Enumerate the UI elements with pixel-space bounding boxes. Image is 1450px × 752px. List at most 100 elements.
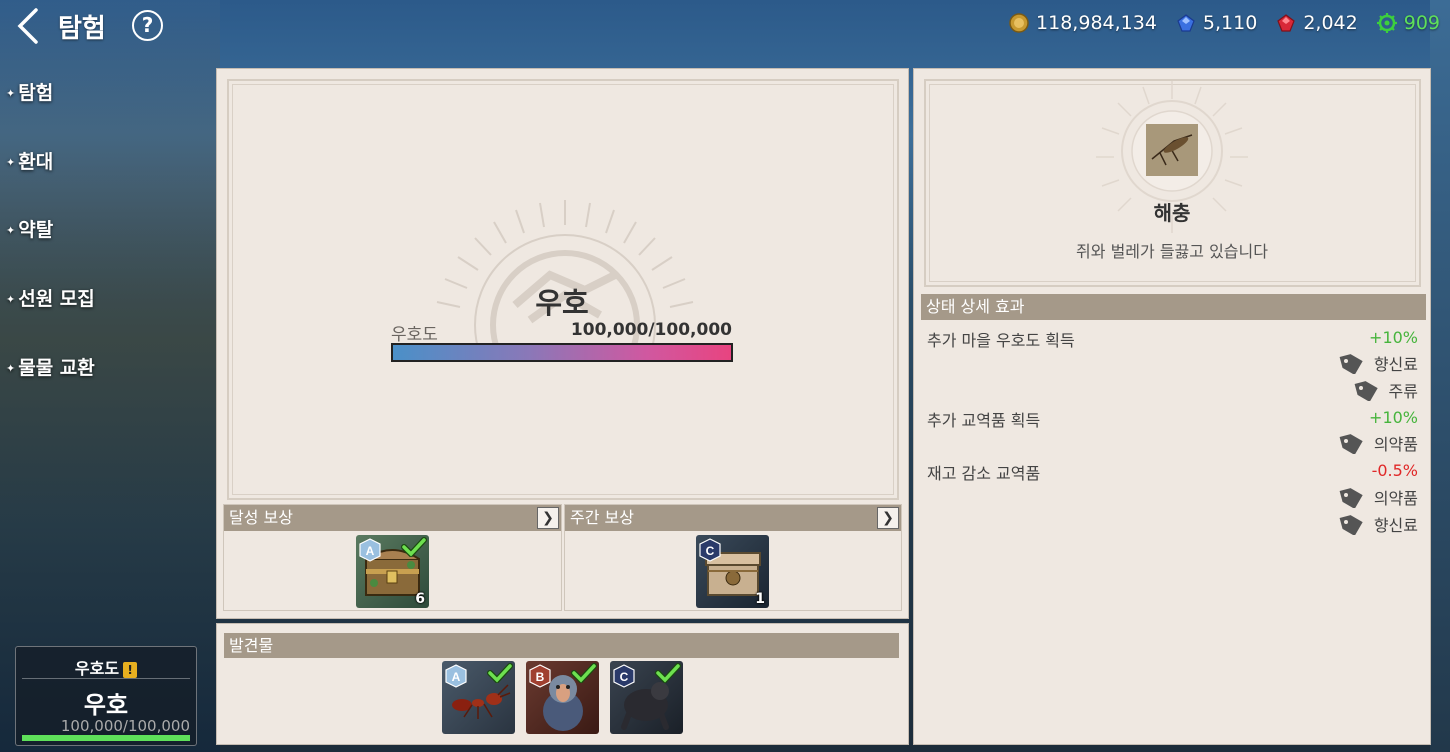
weekly-reward-header: 주간 보상 ❯ <box>565 505 901 531</box>
gold-value: 118,984,134 <box>1036 12 1157 34</box>
background-edge <box>1430 0 1450 752</box>
nav-item-plunder[interactable]: ✦ 약탈 <box>6 215 53 242</box>
tag-icon <box>1354 381 1378 401</box>
star-bullet-icon: ✦ <box>6 224 16 237</box>
check-icon <box>401 537 427 557</box>
effect-tag: 향신료 <box>1336 351 1418 375</box>
state-description: 쥐와 벌레가 들끓고 있습니다 <box>1076 242 1268 261</box>
page-title: 탐험 <box>58 14 106 44</box>
achievement-reward-arrow-button[interactable]: ❯ <box>537 507 559 529</box>
weekly-reward-item[interactable]: C 1 <box>696 535 769 608</box>
star-bullet-icon: ✦ <box>6 362 16 375</box>
tier-b-badge-icon: B <box>529 664 551 688</box>
relation-progress-fill <box>393 345 731 360</box>
weekly-reward-box: 주간 보상 ❯ C 1 <box>564 504 902 611</box>
discovery-item-monkey[interactable]: B <box>526 661 599 734</box>
nav-item-explore[interactable]: ✦ 탐험 <box>6 78 53 105</box>
nav-item-barter[interactable]: ✦ 물물 교환 <box>6 353 95 380</box>
relation-progress-bar <box>391 343 733 362</box>
effect-tag: 의약품 <box>1336 431 1418 455</box>
check-icon <box>571 663 597 683</box>
effect-value: +10% <box>1369 408 1418 427</box>
status-title-row: 우호도! <box>16 655 196 679</box>
status-progress-text: 100,000/100,000 <box>60 717 190 735</box>
item-count: 1 <box>755 591 765 607</box>
star-bullet-icon: ✦ <box>6 293 16 306</box>
currency-green-helm[interactable]: 909 <box>1376 12 1440 34</box>
status-progress-fill <box>22 735 190 741</box>
tag-icon <box>1339 434 1363 454</box>
effect-label: 재고 감소 교역품 <box>927 464 1041 483</box>
gold-coin-icon <box>1009 13 1029 33</box>
chevron-left-icon <box>17 8 38 44</box>
help-button[interactable]: ? <box>132 10 163 41</box>
effect-label: 추가 마을 우호도 획득 <box>927 331 1075 350</box>
tag-icon <box>1339 354 1363 374</box>
discoveries-panel: 발견물 A B C <box>216 623 909 745</box>
tag-icon <box>1339 515 1363 535</box>
nav-item-hospitality[interactable]: ✦ 환대 <box>6 147 53 174</box>
effect-label: 추가 교역품 획득 <box>927 411 1041 430</box>
svg-text:A: A <box>452 670 461 684</box>
red-gem-value: 2,042 <box>1303 12 1358 34</box>
blue-gem-icon <box>1177 14 1195 32</box>
effect-tag-label: 주류 <box>1388 382 1418 401</box>
achievement-reward-header: 달성 보상 ❯ <box>224 505 561 531</box>
relation-level-name: 우호 <box>535 286 589 320</box>
green-helm-icon <box>1376 13 1397 33</box>
svg-text:A: A <box>366 544 375 558</box>
achievement-reward-item[interactable]: A 6 <box>356 535 429 608</box>
nav-item-label: 약탈 <box>18 219 54 241</box>
status-progress-bar <box>22 735 190 741</box>
star-bullet-icon: ✦ <box>6 156 16 169</box>
effect-tag-label: 향신료 <box>1373 516 1418 535</box>
svg-text:C: C <box>620 670 629 684</box>
nav-item-recruit[interactable]: ✦ 선원 모집 <box>6 284 95 311</box>
check-icon <box>655 663 681 683</box>
discovery-item-ant[interactable]: A <box>442 661 515 734</box>
status-title: 우호도 <box>74 659 120 678</box>
weekly-reward-label: 주간 보상 <box>570 508 634 527</box>
check-icon <box>487 663 513 683</box>
tier-a-badge-icon: A <box>445 664 467 688</box>
friendship-status-box[interactable]: 우호도! 우호 100,000/100,000 <box>15 646 197 746</box>
nav-item-label: 탐험 <box>18 82 54 104</box>
item-count: 6 <box>415 591 425 607</box>
back-button[interactable] <box>14 6 44 46</box>
relation-progress-text: 100,000/100,000 <box>570 320 732 340</box>
state-panel: 해충 쥐와 벌레가 들끓고 있습니다 상태 상세 효과 추가 마을 우호도 획득… <box>913 68 1431 745</box>
weekly-reward-arrow-button[interactable]: ❯ <box>877 507 899 529</box>
tag-icon <box>1339 488 1363 508</box>
effect-tag: 향신료 <box>1336 512 1418 536</box>
tier-a-badge-icon: A <box>359 538 381 562</box>
discoveries-header: 발견물 <box>224 633 899 658</box>
tier-c-badge-icon: C <box>613 664 635 688</box>
achievement-reward-label: 달성 보상 <box>229 508 293 527</box>
effect-tag-label: 의약품 <box>1373 435 1418 454</box>
currency-blue-gem[interactable]: 5,110 <box>1175 12 1257 34</box>
effect-tag-label: 의약품 <box>1373 489 1418 508</box>
effect-tag: 의약품 <box>1336 485 1418 509</box>
effect-tag-label: 향신료 <box>1373 355 1418 374</box>
nav-item-label: 물물 교환 <box>18 357 95 379</box>
currency-bar: 118,984,134 5,110 2,042 909 <box>1008 12 1440 34</box>
green-helm-value: 909 <box>1403 12 1440 34</box>
achievement-reward-box: 달성 보상 ❯ A 6 <box>223 504 562 611</box>
effect-tag: 주류 <box>1351 378 1418 402</box>
red-gem-icon <box>1277 14 1296 32</box>
currency-red-gem[interactable]: 2,042 <box>1275 12 1358 34</box>
tier-c-badge-icon: C <box>699 538 721 562</box>
state-name: 해충 <box>1153 201 1191 225</box>
relation-label: 우호도 <box>391 325 438 345</box>
svg-text:C: C <box>706 544 715 558</box>
detail-effects-header: 상태 상세 효과 <box>921 294 1426 320</box>
effect-value: +10% <box>1369 328 1418 347</box>
effect-value: -0.5% <box>1371 461 1418 480</box>
blue-gem-value: 5,110 <box>1202 12 1258 34</box>
status-value: 우호 <box>83 691 129 719</box>
currency-gold[interactable]: 118,984,134 <box>1008 12 1157 34</box>
nav-item-label: 환대 <box>18 151 54 173</box>
svg-text:B: B <box>536 670 545 684</box>
discovery-item-gorilla[interactable]: C <box>610 661 683 734</box>
nav-item-label: 선원 모집 <box>18 288 95 310</box>
